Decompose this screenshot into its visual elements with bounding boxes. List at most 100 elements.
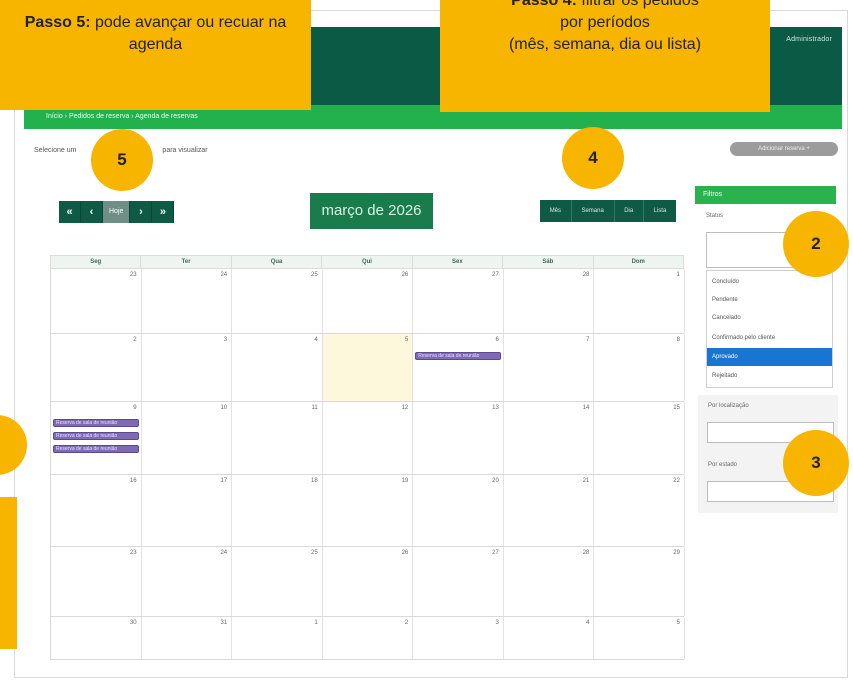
weekday-label: Sex — [413, 256, 504, 268]
calendar-day-cell[interactable]: 18 — [232, 475, 323, 546]
calendar-day-cell[interactable]: 1 — [232, 617, 323, 659]
calendar-day-cell[interactable]: 19 — [323, 475, 414, 546]
calendar-week-row: 9 10 11 12 13 14 15 Reserva de sala de reunião R… — [50, 402, 685, 475]
day-number: 1 — [314, 620, 318, 626]
calendar-day-cell[interactable]: 26 — [323, 547, 414, 616]
status-option[interactable]: Cancelado — [707, 309, 832, 327]
day-number: 19 — [401, 478, 409, 484]
calendar-day-cell[interactable]: 25 — [232, 269, 323, 333]
calendar-day-cell[interactable]: 29 — [594, 547, 685, 616]
view-week-button[interactable]: Semana — [572, 200, 615, 222]
header-user-menu[interactable]: Administrador — [786, 36, 832, 43]
first-button[interactable]: « — [59, 201, 81, 223]
view-switcher: Mês Semana Dia Lista — [540, 200, 676, 222]
status-option-selected[interactable]: Aprovado — [707, 348, 832, 366]
step4-text-1: filtrar os pedidos — [576, 0, 699, 9]
calendar-day-cell[interactable]: 28 — [504, 547, 595, 616]
calendar-event[interactable]: Reserva de sala de reunião — [53, 419, 139, 427]
day-number: 27 — [492, 272, 499, 278]
calendar-day-cell[interactable]: 23 — [51, 269, 142, 333]
calendar-day-cell[interactable]: 25 — [232, 547, 323, 616]
day-number: 13 — [492, 405, 499, 411]
step4-text-3: (mês, semana, dia ou lista) — [508, 36, 702, 53]
day-number: 14 — [582, 405, 590, 411]
calendar-event[interactable]: Reserva de sala de reunião — [53, 445, 139, 453]
calendar-day-cell[interactable]: 8 — [594, 334, 685, 401]
weekday-label: Seg — [51, 256, 142, 268]
day-number: 12 — [401, 405, 409, 411]
calendar-day-cell[interactable]: 4 — [504, 617, 595, 659]
day-number: 11 — [311, 405, 318, 411]
calendar-day-cell[interactable]: 15 — [594, 402, 685, 474]
status-dropdown[interactable]: Concluído Pendente Cancelado Confirmado … — [706, 270, 833, 388]
status-option[interactable]: Rejeitado — [707, 367, 832, 385]
calendar-day-cell[interactable]: 24 — [142, 269, 233, 333]
view-month-button[interactable]: Mês — [540, 200, 572, 222]
day-number: 3 — [495, 620, 499, 626]
location-label: Por localização — [708, 403, 749, 409]
day-number: 8 — [676, 337, 680, 343]
calendar-day-cell[interactable]: 12 — [323, 402, 414, 474]
calendar-day-cell[interactable]: 27 — [413, 547, 504, 616]
screen: Administrador Início › Pedidos de reserv… — [0, 0, 853, 682]
calendar-day-cell[interactable]: 10 — [142, 402, 233, 474]
calendar-day-cell[interactable]: 7 — [504, 334, 595, 401]
calendar-day-cell[interactable]: 30 — [51, 617, 142, 659]
calendar-week-row: 2 3 4 5 6 7 8 Reserva de sala de reunião — [50, 334, 685, 402]
view-list-button[interactable]: Lista — [644, 200, 676, 222]
view-day-button[interactable]: Dia — [615, 200, 644, 222]
calendar-day-cell[interactable]: 23 — [51, 547, 142, 616]
today-button[interactable]: Hoje — [103, 201, 131, 223]
calendar-week-row: 16 17 18 19 20 21 22 — [50, 475, 685, 547]
day-number: 28 — [582, 272, 590, 278]
calendar-day-cell[interactable]: 20 — [413, 475, 504, 546]
status-label: Status — [706, 213, 724, 219]
calendar-day-cell[interactable]: 13 — [413, 402, 504, 474]
day-number: 20 — [492, 478, 499, 484]
calendar-day-cell[interactable]: 5 — [594, 617, 685, 659]
day-number: 28 — [582, 550, 590, 556]
status-option[interactable]: Pendente — [707, 291, 832, 309]
calendar-week-row: 30 31 1 2 3 4 5 — [50, 617, 685, 660]
calendar-day-cell[interactable]: 5 — [322, 334, 414, 401]
calendar-day-cell[interactable]: 11 — [232, 402, 323, 474]
calendar-day-cell[interactable]: 14 — [504, 402, 595, 474]
calendar-day-cell[interactable]: 2 — [323, 617, 414, 659]
add-reservation-button[interactable]: Adicionar reserva + — [730, 142, 838, 156]
calendar-day-cell[interactable]: 4 — [232, 334, 323, 401]
prev-button[interactable]: ‹ — [81, 201, 103, 223]
day-number: 2 — [133, 337, 137, 343]
day-number: 4 — [314, 337, 318, 343]
calendar-day-cell[interactable]: 2 — [51, 334, 142, 401]
calendar-day-cell[interactable]: 31 — [142, 617, 233, 659]
calendar-day-cell[interactable]: 16 — [51, 475, 142, 546]
weekday-label: Ter — [141, 256, 232, 268]
weekday-header: Seg Ter Qua Qui Sex Sáb Dom — [50, 255, 684, 269]
next-button[interactable]: › — [130, 201, 153, 223]
calendar-grid: Seg Ter Qua Qui Sex Sáb Dom 23 24 25 26 27 28… — [50, 255, 685, 660]
calendar-day-cell[interactable]: 27 — [413, 269, 504, 333]
day-number: 7 — [586, 337, 590, 343]
calendar-day-cell[interactable]: 17 — [142, 475, 233, 546]
step5-marker: 5 — [91, 129, 153, 191]
day-number: 23 — [129, 272, 137, 278]
calendar-event[interactable]: Reserva de sala de reunião — [415, 352, 502, 360]
calendar-day-cell[interactable]: 6 — [413, 334, 504, 401]
calendar-title: março de 2026 — [310, 193, 433, 229]
partial-callout — [0, 497, 17, 649]
calendar-day-cell[interactable]: 22 — [594, 475, 685, 546]
step3-marker: 3 — [783, 430, 849, 496]
calendar-event[interactable]: Reserva de sala de reunião — [53, 432, 139, 440]
calendar-day-cell[interactable]: 28 — [504, 269, 595, 333]
calendar-day-cell[interactable]: 21 — [504, 475, 595, 546]
calendar-day-cell[interactable]: 3 — [413, 617, 504, 659]
calendar-week-row: 23 24 25 26 27 28 1 — [50, 269, 685, 334]
calendar-day-cell[interactable]: 26 — [323, 269, 414, 333]
day-number: 25 — [311, 550, 318, 556]
calendar-day-cell[interactable]: 3 — [142, 334, 233, 401]
last-button[interactable]: » — [152, 201, 175, 223]
calendar-day-cell[interactable]: 24 — [142, 547, 233, 616]
status-option[interactable]: Confirmado pelo cliente — [707, 329, 832, 347]
calendar-day-cell[interactable]: 1 — [594, 269, 685, 333]
day-number: 24 — [220, 272, 228, 278]
